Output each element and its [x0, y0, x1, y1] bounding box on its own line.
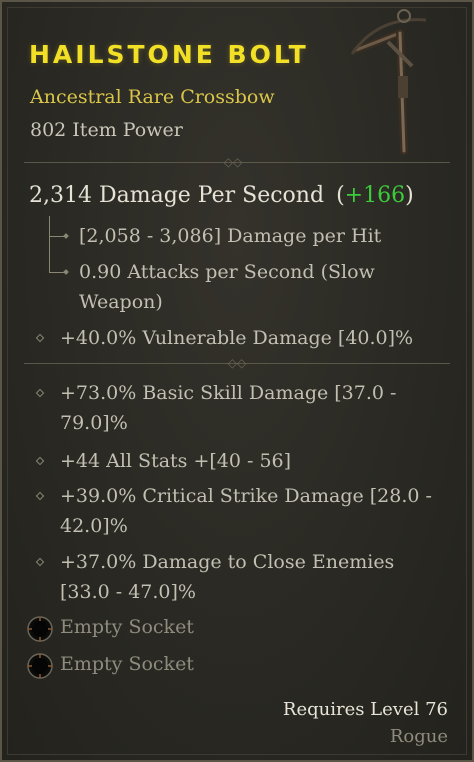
diamond-bullet-icon [35, 456, 45, 466]
damage-per-hit: [2,058 - 3,086] Damage per Hit [79, 225, 382, 247]
affix-line: +44 All Stats +[40 - 56] [60, 450, 292, 472]
diamond-bullet-icon [35, 491, 45, 501]
affix-line: +39.0% Critical Strike Damage [28.0 - [60, 485, 432, 507]
divider-ornament-icon: ◇◇ [223, 155, 243, 169]
attack-speed: 0.90 Attacks per Second (Slow [79, 261, 375, 283]
dps-value: 2,314 Damage Per Second [29, 183, 325, 208]
required-class: Rogue [389, 726, 448, 747]
divider-ornament-icon: ◇◇ [227, 356, 247, 370]
dps-line: 2,314 Damage Per Second (+166) [29, 183, 414, 208]
diamond-bullet-icon [35, 557, 45, 567]
socket-icon [27, 616, 53, 642]
diamond-bullet-icon [35, 388, 45, 398]
required-level: Requires Level 76 [282, 699, 448, 720]
item-name: HAILSTONE BOLT [29, 40, 309, 69]
item-tooltip: HAILSTONE BOLT Ancestral Rare Crossbow 8… [0, 0, 474, 762]
affix-line-cont: 79.0]% [60, 412, 128, 434]
diamond-bullet-icon [35, 333, 45, 343]
affix-line-cont: 42.0]% [60, 515, 128, 537]
socket-label: Empty Socket [60, 653, 194, 675]
socket-label: Empty Socket [60, 616, 194, 638]
affix-line-cont: [33.0 - 47.0]% [60, 581, 196, 603]
attack-speed-cont: Weapon) [79, 291, 163, 313]
item-power: 802 Item Power [30, 119, 183, 141]
item-type: Ancestral Rare Crossbow [30, 86, 275, 108]
dps-delta: (+166) [336, 183, 414, 208]
affix-line: +73.0% Basic Skill Damage [37.0 - [60, 382, 397, 404]
tree-dot-icon [63, 233, 69, 239]
crossbow-icon [350, 9, 427, 155]
affix-line: +37.0% Damage to Close Enemies [60, 551, 395, 573]
socket-icon [27, 653, 53, 679]
tree-dot-icon [63, 269, 69, 275]
stat-tree-line [49, 216, 50, 272]
implicit-affix: +40.0% Vulnerable Damage [40.0]% [60, 327, 414, 349]
